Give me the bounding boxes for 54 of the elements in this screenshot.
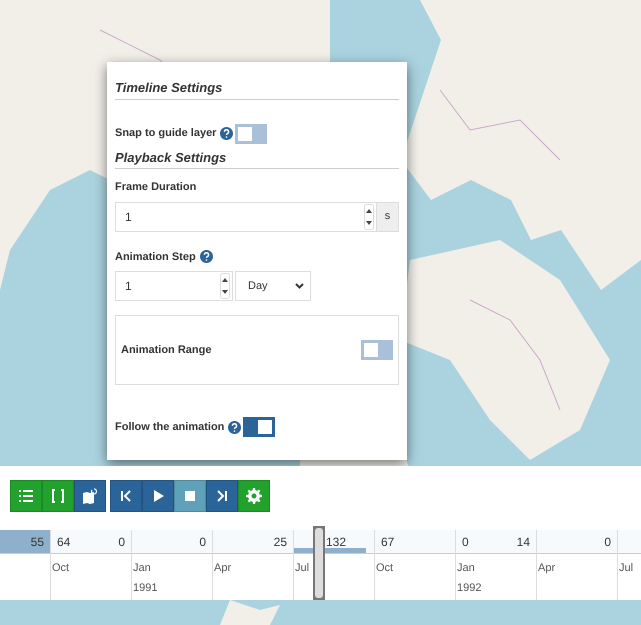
settings-button[interactable] <box>238 480 270 512</box>
time-handle[interactable] <box>313 526 325 600</box>
section-heading: Timeline Settings <box>115 78 399 100</box>
help-icon[interactable] <box>200 250 213 264</box>
toggle-switch[interactable] <box>243 417 276 437</box>
toggle-switch[interactable] <box>361 340 393 360</box>
chevron-down-icon <box>295 283 304 289</box>
brackets-icon <box>50 488 66 504</box>
spinner-arrows-icon[interactable] <box>220 273 230 299</box>
month-label: Oct <box>376 560 394 576</box>
count-label: 64 <box>57 534 70 550</box>
count-label: 0 <box>199 534 206 550</box>
month-label: Apr <box>214 560 232 576</box>
field-label: Frame Duration <box>115 180 198 195</box>
month-label: Apr <box>538 560 556 576</box>
field-label: Animation Step <box>115 250 196 264</box>
month-label: Oct <box>52 560 70 576</box>
count-label: 0 <box>118 534 125 550</box>
field-label: Follow the animation <box>115 420 224 435</box>
month-label: Jul <box>619 560 634 576</box>
map-refresh-button[interactable] <box>74 480 106 512</box>
help-icon[interactable] <box>228 420 242 434</box>
stop-icon <box>182 488 198 504</box>
unit-label: s <box>377 202 399 232</box>
count-label: 14 <box>516 534 530 550</box>
count-label: 0 <box>604 534 611 550</box>
field-label: Animation Range <box>121 342 212 358</box>
help-icon[interactable] <box>220 127 234 140</box>
list-button[interactable] <box>10 480 42 512</box>
count-label: 25 <box>274 534 287 550</box>
month-label: Jan <box>457 560 475 576</box>
count-label: 0 <box>462 534 469 550</box>
count-label: 55 <box>30 534 44 550</box>
count-label: 132 <box>326 534 346 550</box>
brackets-button[interactable] <box>42 480 74 512</box>
unit-select[interactable]: Day <box>235 271 311 301</box>
year-label: 1991 <box>133 580 158 596</box>
count-label: 67 <box>381 534 394 550</box>
map-refresh-icon <box>82 488 98 504</box>
year-label: 1992 <box>457 580 482 596</box>
field-label: Snap to guide layer <box>115 126 216 142</box>
gear-icon <box>246 488 262 504</box>
first-button[interactable] <box>110 480 142 512</box>
month-label: Jan <box>133 560 151 576</box>
number-field[interactable]: 1 <box>115 271 233 301</box>
stop-button[interactable] <box>174 480 206 512</box>
toggle-switch[interactable] <box>235 124 268 144</box>
spinner-arrows-icon[interactable] <box>364 204 374 230</box>
number-field[interactable]: 1 <box>115 202 377 232</box>
play-button[interactable] <box>142 480 174 512</box>
list-icon <box>18 488 34 504</box>
month-label: Jul <box>295 560 310 576</box>
last-button[interactable] <box>206 480 238 512</box>
section-heading: Playback Settings <box>115 148 399 169</box>
